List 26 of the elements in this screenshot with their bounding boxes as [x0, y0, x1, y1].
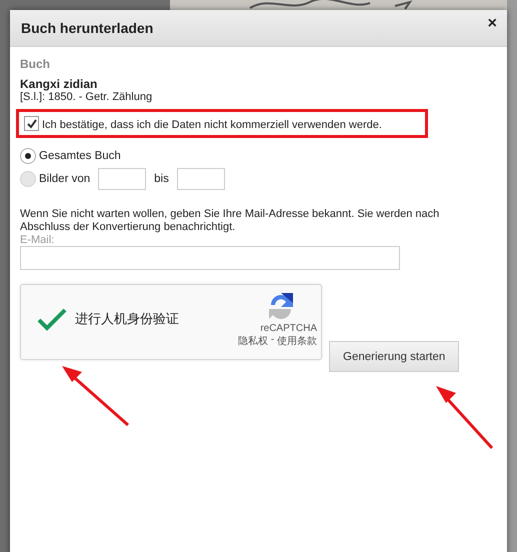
terms-link[interactable]: 使用条款 — [277, 334, 317, 348]
link-separator: - — [270, 334, 276, 347]
to-field[interactable] — [176, 168, 225, 190]
option-label: Gesamtes Buch — [39, 150, 121, 162]
book-title: Kangxi zidian — [20, 77, 98, 91]
annotation-arrow — [436, 386, 494, 449]
captcha-brand: reCAPTCHA — [260, 323, 317, 334]
privacy-link[interactable]: 隐私权 — [238, 334, 268, 348]
consent-label: Ich bestätige, dass ich die Daten nicht kommerziell verwenden werde. — [42, 119, 382, 131]
notice-text: Wenn Sie nicht warten wollen, geben Sie Ihre Mail-Adresse bekannt. Sie werden nach Abschluss der Konvertierung benachrichtigt. — [20, 208, 440, 234]
start-button[interactable]: Generierung starten — [329, 341, 460, 372]
email-field[interactable] — [20, 246, 400, 270]
annotation-arrow — [62, 366, 129, 426]
close-button[interactable]: × — [488, 15, 497, 33]
dialog-title: Buch herunterladen — [21, 20, 154, 36]
section-heading: Buch — [20, 57, 51, 71]
email-label: E-Mail: — [20, 234, 56, 246]
radio-button[interactable] — [20, 148, 36, 164]
book-details: [S.l.]: 1850. - Getr. Zählung — [20, 91, 154, 103]
to-label: bis — [154, 173, 169, 185]
captcha-widget[interactable]: 进行人机身份验证 reCAPTCHA 隐私权 - 使用条款 — [20, 284, 322, 360]
radio-button[interactable] — [20, 171, 36, 187]
from-field[interactable] — [98, 168, 146, 190]
consent-checkbox[interactable] — [24, 116, 39, 131]
captcha-label: 进行人机身份验证 — [75, 310, 179, 328]
option-label: Bilder von — [39, 173, 90, 185]
